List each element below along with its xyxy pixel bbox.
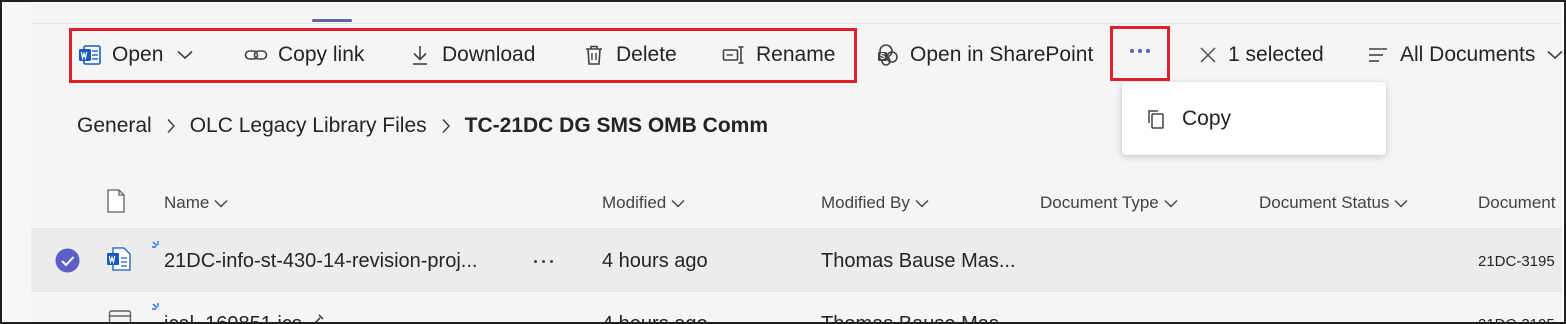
column-header-modified-by[interactable]: Modified By [821,190,929,216]
rename-label: Rename [756,43,836,66]
chevron-down-icon [671,199,685,208]
modified-cell: 4 hours ago [602,312,708,324]
checkmark-circle-icon[interactable] [55,248,80,278]
breadcrumb-current: TC-21DC DG SMS OMB Comm [464,114,769,137]
active-tab-indicator [312,19,352,22]
chevron-down-icon [915,199,929,208]
trash-icon [582,43,606,67]
chevron-right-icon [166,118,176,134]
word-document-icon [106,246,132,277]
chevron-right-icon [441,118,451,134]
file-name-link[interactable]: 21DC-info-st-430-14-revision-proj... [164,246,477,276]
breadcrumb: General OLC Legacy Library Files TC-21DC… [77,110,768,142]
download-icon [408,43,432,67]
more-options-menu: Copy [1122,82,1386,155]
modified-cell: 4 hours ago [602,249,708,272]
column-header-name[interactable]: Name [164,190,228,216]
modified-by-cell: Thomas Bause Mas... [821,249,1016,272]
copy-link-label: Copy link [278,43,365,66]
checked-out-icon [310,312,326,322]
column-header-label: Name [164,193,210,212]
download-label: Download [442,43,536,66]
column-header-modified[interactable]: Modified [602,190,685,216]
delete-button[interactable]: Delete [582,24,677,86]
chevron-down-icon [214,199,228,208]
column-header-label: Document Status [1259,193,1390,212]
modified-by-cell: Thomas Bause Mas... [821,312,1016,324]
open-sharepoint-label: Open in SharePoint [910,43,1094,66]
column-header-label: Modified [602,193,667,212]
open-button[interactable]: Open [78,24,193,86]
rename-button[interactable]: Rename [722,24,835,86]
open-label: Open [112,43,164,66]
sharepoint-icon: S [876,43,900,67]
open-in-sharepoint-button[interactable]: S Open in SharePoint [876,24,1093,86]
breadcrumb-item-general[interactable]: General [77,114,152,138]
selected-count-label: 1 selected [1228,43,1324,66]
column-header-label: Document [1478,193,1556,212]
column-header-document-status[interactable]: Document Status [1259,190,1408,216]
app-frame: Open Copy link Download Delete Rename S … [0,0,1566,324]
selection-indicator[interactable]: 1 selected [1196,24,1324,86]
left-rail [4,2,31,322]
column-header-label: Modified By [821,193,910,212]
chevron-down-icon [1164,199,1178,208]
view-label: All Documents [1400,43,1536,66]
list-view-icon [1366,43,1390,67]
new-item-sparkle-icon [152,302,164,320]
download-button[interactable]: Download [408,24,535,86]
file-icon [106,188,126,218]
new-item-sparkle-icon [152,240,164,258]
column-header-document[interactable]: Document [1478,190,1555,216]
close-icon[interactable] [1196,43,1220,67]
copy-link-button[interactable]: Copy link [244,24,364,86]
rename-icon [722,43,746,67]
tab-bar [31,4,1562,24]
column-header-label: Document Type [1040,193,1159,212]
ellipsis-icon [1130,49,1150,53]
copy-icon [1144,107,1168,131]
chevron-down-icon[interactable] [177,50,193,60]
row-more-options-icon[interactable] [534,260,553,263]
chevron-down-icon [1394,199,1408,208]
calendar-file-icon [108,308,132,322]
word-icon [78,43,102,67]
menu-item-copy[interactable]: Copy [1182,107,1231,131]
link-icon [244,43,268,67]
column-header-document-type[interactable]: Document Type [1040,190,1178,216]
delete-label: Delete [616,43,677,66]
more-options-button[interactable] [1112,22,1168,80]
file-type-column-header[interactable] [106,188,126,218]
svg-text:S: S [880,52,886,61]
document-cell: 21DC-3195 [1478,315,1555,324]
document-cell: 21DC-3195 [1478,252,1555,270]
chevron-down-icon [1547,50,1563,60]
breadcrumb-item-legacy-library[interactable]: OLC Legacy Library Files [190,114,427,138]
file-name-link[interactable]: ical_169851.ics [164,309,302,323]
view-selector[interactable]: All Documents [1366,24,1563,86]
